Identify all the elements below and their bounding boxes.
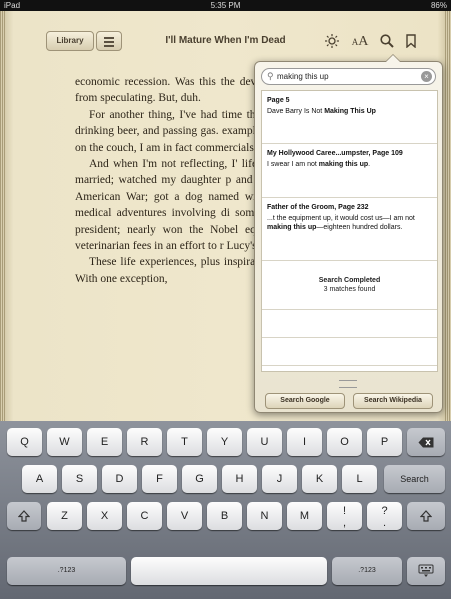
key-question-period[interactable]: ? .	[367, 502, 402, 530]
clear-search-icon[interactable]: ×	[421, 71, 432, 82]
key-t[interactable]: T	[167, 428, 202, 456]
key-s[interactable]: S	[62, 465, 97, 493]
key-k[interactable]: K	[302, 465, 337, 493]
key-g[interactable]: G	[182, 465, 217, 493]
key-e[interactable]: E	[87, 428, 122, 456]
search-google-button[interactable]: Search Google	[265, 393, 345, 409]
popover-arrow	[385, 54, 401, 62]
delete-icon	[418, 437, 434, 448]
shift-icon	[17, 510, 31, 522]
key-f[interactable]: F	[142, 465, 177, 493]
key-p[interactable]: P	[367, 428, 402, 456]
search-result-title: Page 5	[267, 97, 290, 104]
shift-key-right[interactable]	[407, 502, 445, 530]
resize-grip-icon	[339, 380, 357, 388]
search-result-snippet: ...t the equipment up, it would cost us—…	[267, 215, 415, 231]
key-q[interactable]: Q	[7, 428, 42, 456]
search-result-title: My Hollywood Caree...umpster, Page 109	[267, 150, 403, 157]
key-w[interactable]: W	[47, 428, 82, 456]
key-l[interactable]: L	[342, 465, 377, 493]
key-n[interactable]: N	[247, 502, 282, 530]
search-icon	[380, 34, 394, 48]
search-result[interactable]: Page 5 Dave Barry Is Not Making This Up	[262, 91, 437, 144]
onscreen-keyboard: Q W E R T Y U I O P A S D F G H J K L Se…	[0, 421, 451, 599]
status-bar: iPad 5:35 PM 86%	[0, 0, 451, 11]
hide-keyboard-key[interactable]	[407, 557, 445, 585]
search-result-snippet: Dave Barry Is Not Making This Up	[267, 108, 376, 115]
font-size-button[interactable]: AA	[348, 31, 372, 51]
search-status-title: Search Completed	[318, 277, 381, 284]
key-z[interactable]: Z	[47, 502, 82, 530]
search-popover: ⚲ × Page 5 Dave Barry Is Not Making This…	[254, 54, 443, 413]
key-a[interactable]: A	[22, 465, 57, 493]
search-input[interactable]	[277, 70, 422, 82]
key-j[interactable]: J	[262, 465, 297, 493]
search-result-title: Father of the Groom, Page 232	[267, 204, 369, 211]
shift-key-left[interactable]	[7, 502, 41, 530]
backspace-key[interactable]	[407, 428, 445, 456]
search-status: Search Completed 3 matches found	[262, 261, 437, 310]
bookmark-icon	[406, 34, 416, 49]
key-c[interactable]: C	[127, 502, 162, 530]
search-match-count: 3 matches found	[323, 286, 376, 293]
font-size-label: AA	[351, 34, 369, 49]
space-bar[interactable]	[131, 557, 327, 585]
clock: 5:35 PM	[210, 1, 241, 10]
key-r[interactable]: R	[127, 428, 162, 456]
key-v[interactable]: V	[167, 502, 202, 530]
bookmark-button[interactable]	[404, 31, 418, 51]
keyboard-hide-icon	[418, 564, 434, 578]
key-d[interactable]: D	[102, 465, 137, 493]
key-u[interactable]: U	[247, 428, 282, 456]
key-m[interactable]: M	[287, 502, 322, 530]
key-x[interactable]: X	[87, 502, 122, 530]
search-wikipedia-button[interactable]: Search Wikipedia	[353, 393, 433, 409]
search-result[interactable]: Father of the Groom, Page 232 ...t the e…	[262, 198, 437, 261]
page-edge-left	[0, 11, 6, 421]
page-edge-right	[445, 11, 451, 421]
search-button[interactable]	[378, 31, 396, 51]
key-h[interactable]: H	[222, 465, 257, 493]
search-return-key[interactable]: Search	[384, 465, 445, 493]
key-i[interactable]: I	[287, 428, 322, 456]
numbers-key-right[interactable]: .?123	[332, 557, 402, 585]
search-icon: ⚲	[267, 71, 274, 81]
numbers-key-left[interactable]: .?123	[7, 557, 126, 585]
brightness-button[interactable]	[324, 31, 340, 51]
key-b[interactable]: B	[207, 502, 242, 530]
shift-icon	[419, 510, 433, 522]
search-results-list: Page 5 Dave Barry Is Not Making This Up …	[261, 90, 438, 372]
battery-label: 86%	[430, 1, 447, 10]
search-result-snippet: I swear I am not making this up.	[267, 161, 371, 168]
key-y[interactable]: Y	[207, 428, 242, 456]
sun-icon	[325, 33, 339, 48]
key-exclamation-comma[interactable]: ! ,	[327, 502, 362, 530]
search-result[interactable]: My Hollywood Caree...umpster, Page 109 I…	[262, 144, 437, 198]
reader-toolbar: Library I'll Mature When I'm Dead AA	[6, 11, 445, 55]
search-field[interactable]: ⚲ ×	[261, 68, 436, 85]
key-o[interactable]: O	[327, 428, 362, 456]
